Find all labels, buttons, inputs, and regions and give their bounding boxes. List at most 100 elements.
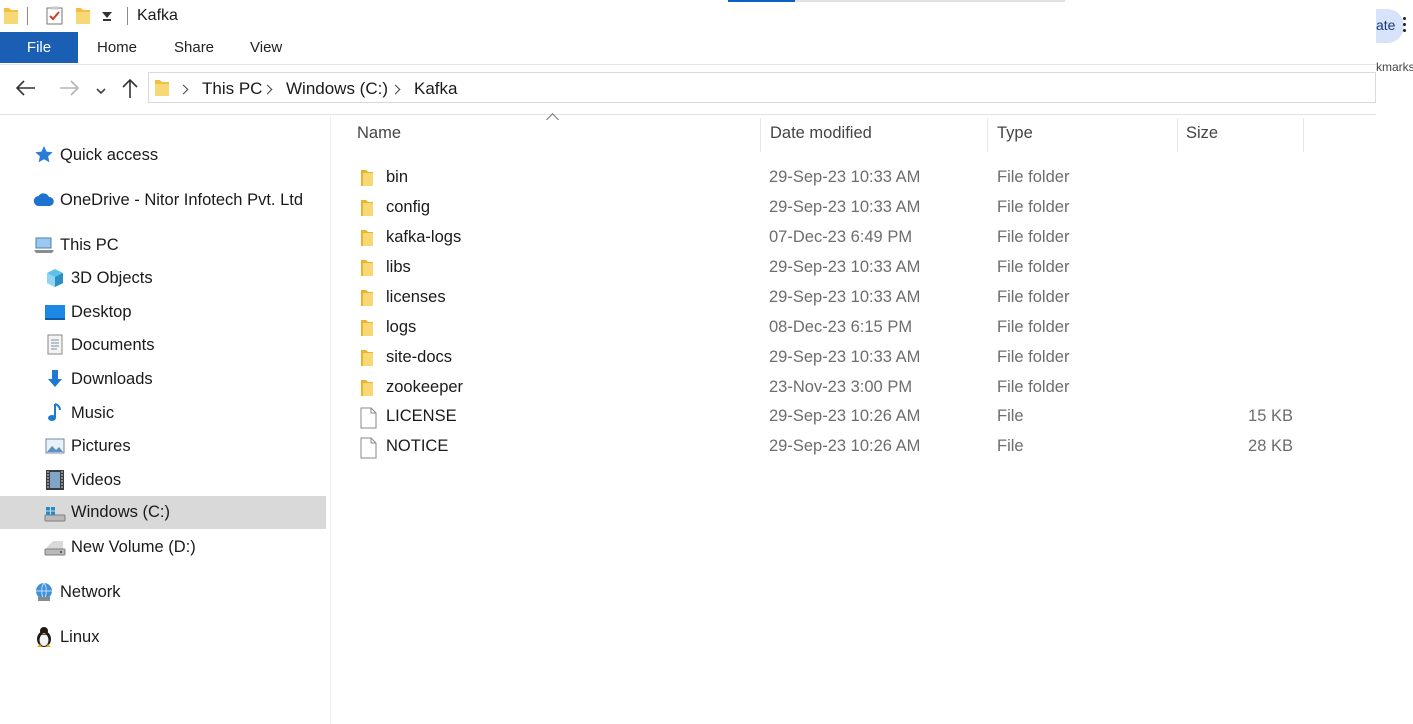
nav-music[interactable]: Music (44, 398, 114, 428)
tab-view[interactable]: View (250, 39, 282, 56)
nav-label: Quick access (60, 145, 159, 164)
folder-icon (359, 258, 375, 283)
file-type: File (997, 437, 1024, 455)
file-row[interactable]: zookeeper 23-Nov-23 3:00 PM File folder (351, 373, 1311, 403)
file-type: File folder (997, 348, 1070, 366)
column-header-name[interactable]: Name (357, 124, 401, 143)
nav-quick-access[interactable]: Quick access (33, 140, 158, 170)
file-row[interactable]: LICENSE 29-Sep-23 10:26 AM File 15 KB (351, 402, 1311, 432)
nav-this-pc[interactable]: This PC (33, 230, 119, 260)
folder-icon[interactable] (4, 6, 18, 31)
file-type: File folder (997, 258, 1070, 276)
file-type: File folder (997, 318, 1070, 336)
folder-icon (359, 318, 375, 343)
tab-home[interactable]: Home (97, 39, 137, 56)
file-size: 28 KB (1248, 437, 1293, 455)
file-name: LICENSE (386, 407, 457, 425)
back-arrow-icon[interactable] (15, 78, 37, 103)
column-divider[interactable] (760, 118, 761, 152)
nav-linux[interactable]: Linux (33, 622, 99, 652)
file-row[interactable]: licenses 29-Sep-23 10:33 AM File folder (351, 283, 1311, 313)
file-date-modified: 29-Sep-23 10:33 AM (769, 198, 921, 216)
nav-videos[interactable]: Videos (44, 465, 121, 495)
column-header-type[interactable]: Type (997, 124, 1033, 143)
star-icon (33, 144, 55, 166)
folder-icon (359, 168, 375, 193)
network-icon (33, 581, 55, 603)
nav-pictures[interactable]: Pictures (44, 431, 131, 461)
title-divider (27, 7, 28, 25)
tab-share[interactable]: Share (174, 39, 214, 56)
breadcrumb-kafka[interactable]: Kafka (414, 79, 457, 99)
nav-label: Pictures (71, 436, 131, 455)
column-divider[interactable] (987, 118, 988, 152)
title-divider (127, 7, 128, 25)
chevron-right-icon[interactable] (390, 84, 401, 95)
file-date-modified: 07-Dec-23 6:49 PM (769, 228, 913, 246)
nav-downloads[interactable]: Downloads (44, 364, 153, 394)
file-type: File (997, 407, 1024, 425)
file-row[interactable]: kafka-logs 07-Dec-23 6:49 PM File folder (351, 223, 1311, 253)
file-date-modified: 08-Dec-23 6:15 PM (769, 318, 913, 336)
file-date-modified: 29-Sep-23 10:26 AM (769, 437, 921, 455)
file-row[interactable]: libs 29-Sep-23 10:33 AM File folder (351, 253, 1311, 283)
browser-edge (1376, 0, 1413, 724)
nav-label: Documents (71, 335, 155, 354)
column-header-size[interactable]: Size (1186, 124, 1218, 143)
drive-icon (44, 536, 66, 558)
recent-locations-chevron-icon[interactable] (95, 84, 107, 102)
file-row[interactable]: config 29-Sep-23 10:33 AM File folder (351, 193, 1311, 223)
window-title: Kafka (137, 7, 178, 24)
file-icon (359, 407, 377, 434)
tab-file[interactable]: File (0, 32, 78, 63)
file-row[interactable]: logs 08-Dec-23 6:15 PM File folder (351, 313, 1311, 343)
address-bar[interactable]: This PC Windows (C:) Kafka (148, 72, 1376, 103)
file-type: File folder (997, 228, 1070, 246)
file-date-modified: 29-Sep-23 10:26 AM (769, 407, 921, 425)
file-name: bin (386, 168, 409, 186)
up-arrow-icon[interactable] (120, 77, 140, 104)
nav-label: New Volume (D:) (71, 537, 196, 556)
new-folder-icon[interactable] (76, 6, 90, 31)
nav-label: OneDrive - Nitor Infotech Pvt. Ltd (60, 190, 304, 209)
forward-arrow-icon[interactable] (58, 78, 80, 103)
file-name: NOTICE (386, 437, 449, 455)
nav-onedrive[interactable]: OneDrive - Nitor Infotech Pvt. Ltd (33, 185, 303, 215)
folder-icon (359, 228, 375, 253)
column-divider[interactable] (1177, 118, 1178, 152)
file-name: libs (386, 258, 411, 276)
nav-3d-objects[interactable]: 3D Objects (44, 263, 153, 293)
column-divider[interactable] (1303, 118, 1304, 152)
nav-documents[interactable]: Documents (44, 330, 154, 360)
breadcrumb-windows-c[interactable]: Windows (C:) (286, 79, 388, 99)
nav-label: Linux (60, 627, 100, 646)
file-size: 15 KB (1248, 407, 1293, 425)
folder-icon (359, 378, 375, 403)
browser-menu-icon[interactable] (1403, 17, 1407, 35)
nav-label: 3D Objects (71, 268, 153, 287)
file-row[interactable]: NOTICE 29-Sep-23 10:26 AM File 28 KB (351, 432, 1311, 462)
column-header-date-modified[interactable]: Date modified (770, 124, 872, 143)
file-row[interactable]: bin 29-Sep-23 10:33 AM File folder (351, 163, 1311, 193)
linux-penguin-icon (33, 626, 55, 648)
nav-network[interactable]: Network (33, 577, 121, 607)
file-icon (359, 437, 377, 464)
nav-label: Downloads (71, 369, 153, 388)
file-name: kafka-logs (386, 228, 462, 246)
chevron-right-icon[interactable] (178, 84, 189, 95)
file-date-modified: 29-Sep-23 10:33 AM (769, 288, 921, 306)
file-name: zookeeper (386, 378, 464, 396)
folder-icon (155, 78, 169, 103)
nav-windows-c[interactable]: Windows (C:) (0, 496, 326, 529)
picture-icon (44, 435, 66, 457)
nav-desktop[interactable]: Desktop (44, 297, 132, 327)
file-name: site-docs (386, 348, 453, 366)
nav-new-volume-d[interactable]: New Volume (D:) (44, 532, 196, 562)
chevron-right-icon[interactable] (262, 84, 273, 95)
breadcrumb-this-pc[interactable]: This PC (202, 79, 262, 99)
browser-update-label: ate (1376, 17, 1396, 33)
file-row[interactable]: site-docs 29-Sep-23 10:33 AM File folder (351, 343, 1311, 373)
folder-icon (359, 288, 375, 313)
properties-icon[interactable] (45, 6, 65, 31)
document-icon (44, 334, 66, 356)
